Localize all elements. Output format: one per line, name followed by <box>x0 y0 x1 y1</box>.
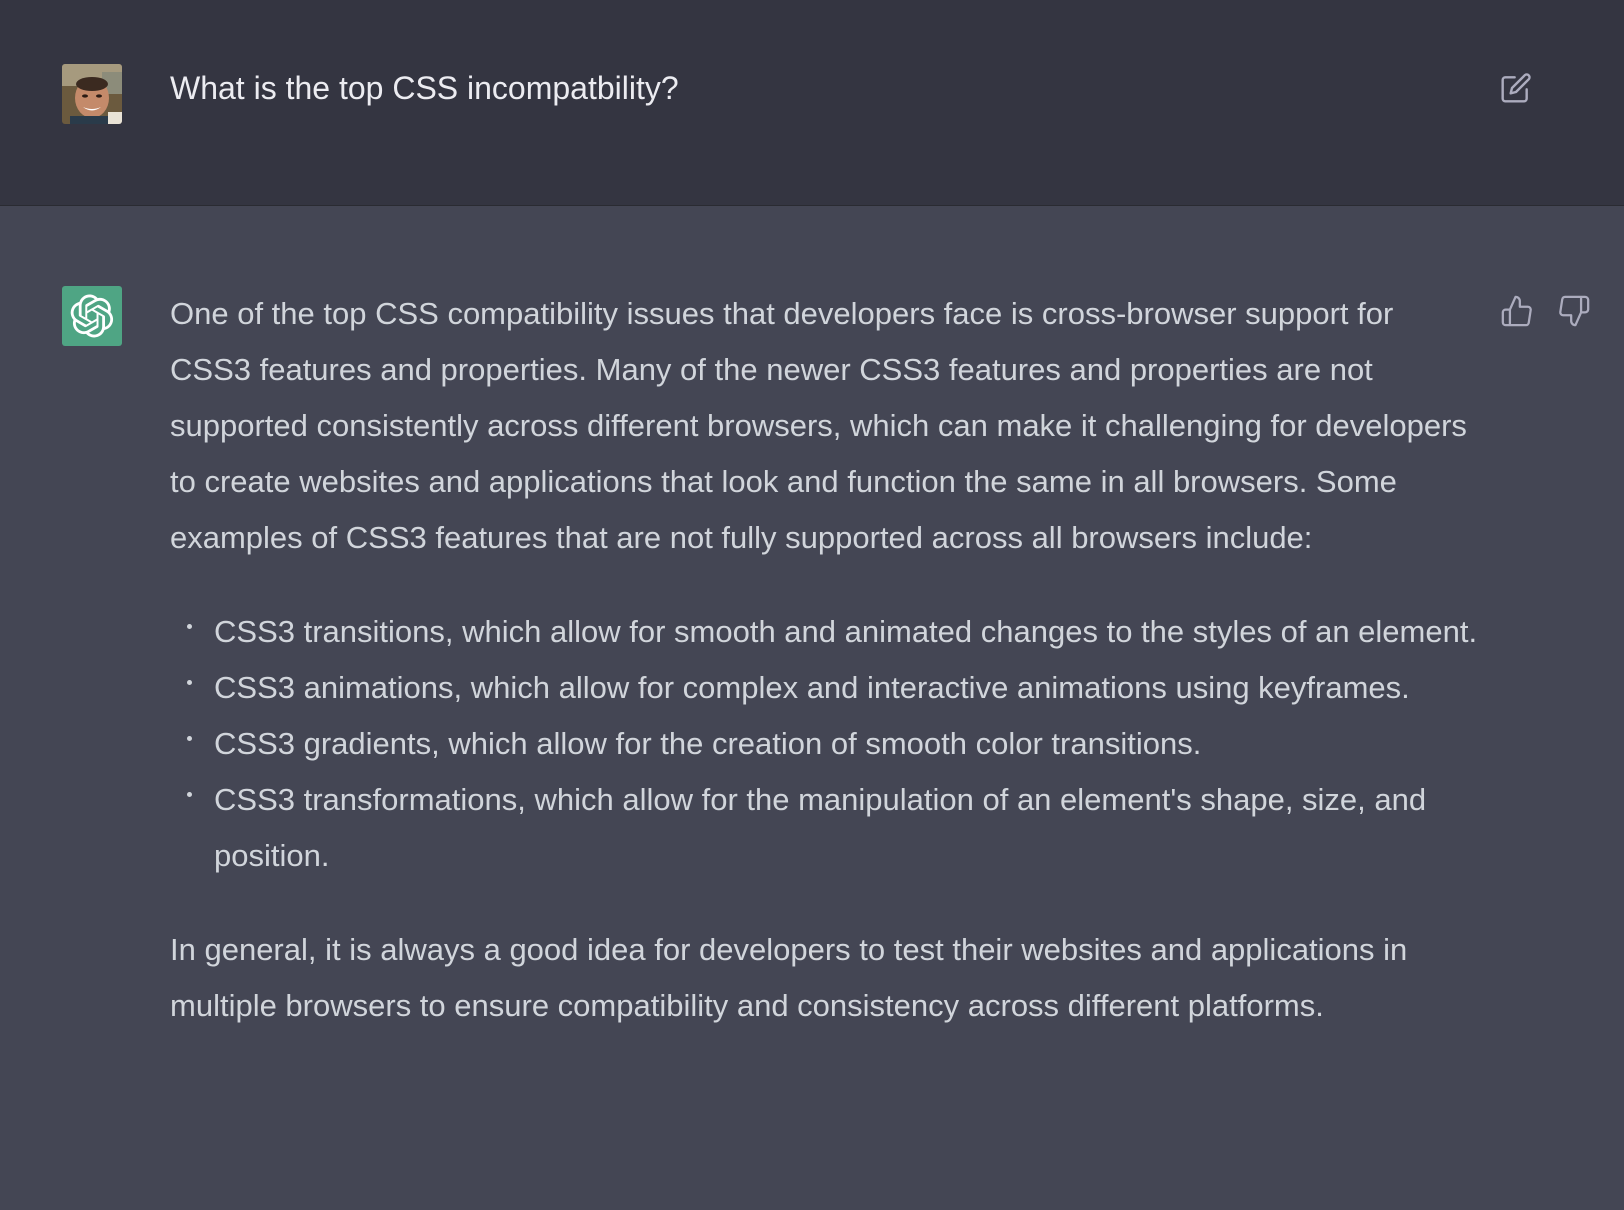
assistant-intro-paragraph: One of the top CSS compatibility issues … <box>170 296 1467 555</box>
assistant-avatar <box>62 286 122 346</box>
list-item: CSS3 transformations, which allow for th… <box>187 772 1480 884</box>
user-message-row: What is the top CSS incompatbility? <box>0 0 1624 206</box>
list-item: CSS3 gradients, which allow for the crea… <box>187 716 1480 772</box>
assistant-message-row: One of the top CSS compatibility issues … <box>0 206 1624 1210</box>
user-message-text: What is the top CSS incompatbility? <box>170 70 679 106</box>
thumbs-up-icon[interactable] <box>1500 294 1534 328</box>
thumbs-down-icon[interactable] <box>1557 294 1591 328</box>
user-avatar-photo <box>62 64 122 124</box>
list-item: CSS3 animations, which allow for complex… <box>187 660 1480 716</box>
assistant-conclusion-paragraph: In general, it is always a good idea for… <box>170 932 1408 1023</box>
user-avatar <box>62 64 122 124</box>
assistant-bullet-list: CSS3 transitions, which allow for smooth… <box>170 604 1480 884</box>
assistant-message-body: One of the top CSS compatibility issues … <box>170 286 1480 1034</box>
openai-logo-icon <box>70 294 114 338</box>
edit-pencil-icon[interactable] <box>1500 72 1532 104</box>
list-item: CSS3 transitions, which allow for smooth… <box>187 604 1480 660</box>
